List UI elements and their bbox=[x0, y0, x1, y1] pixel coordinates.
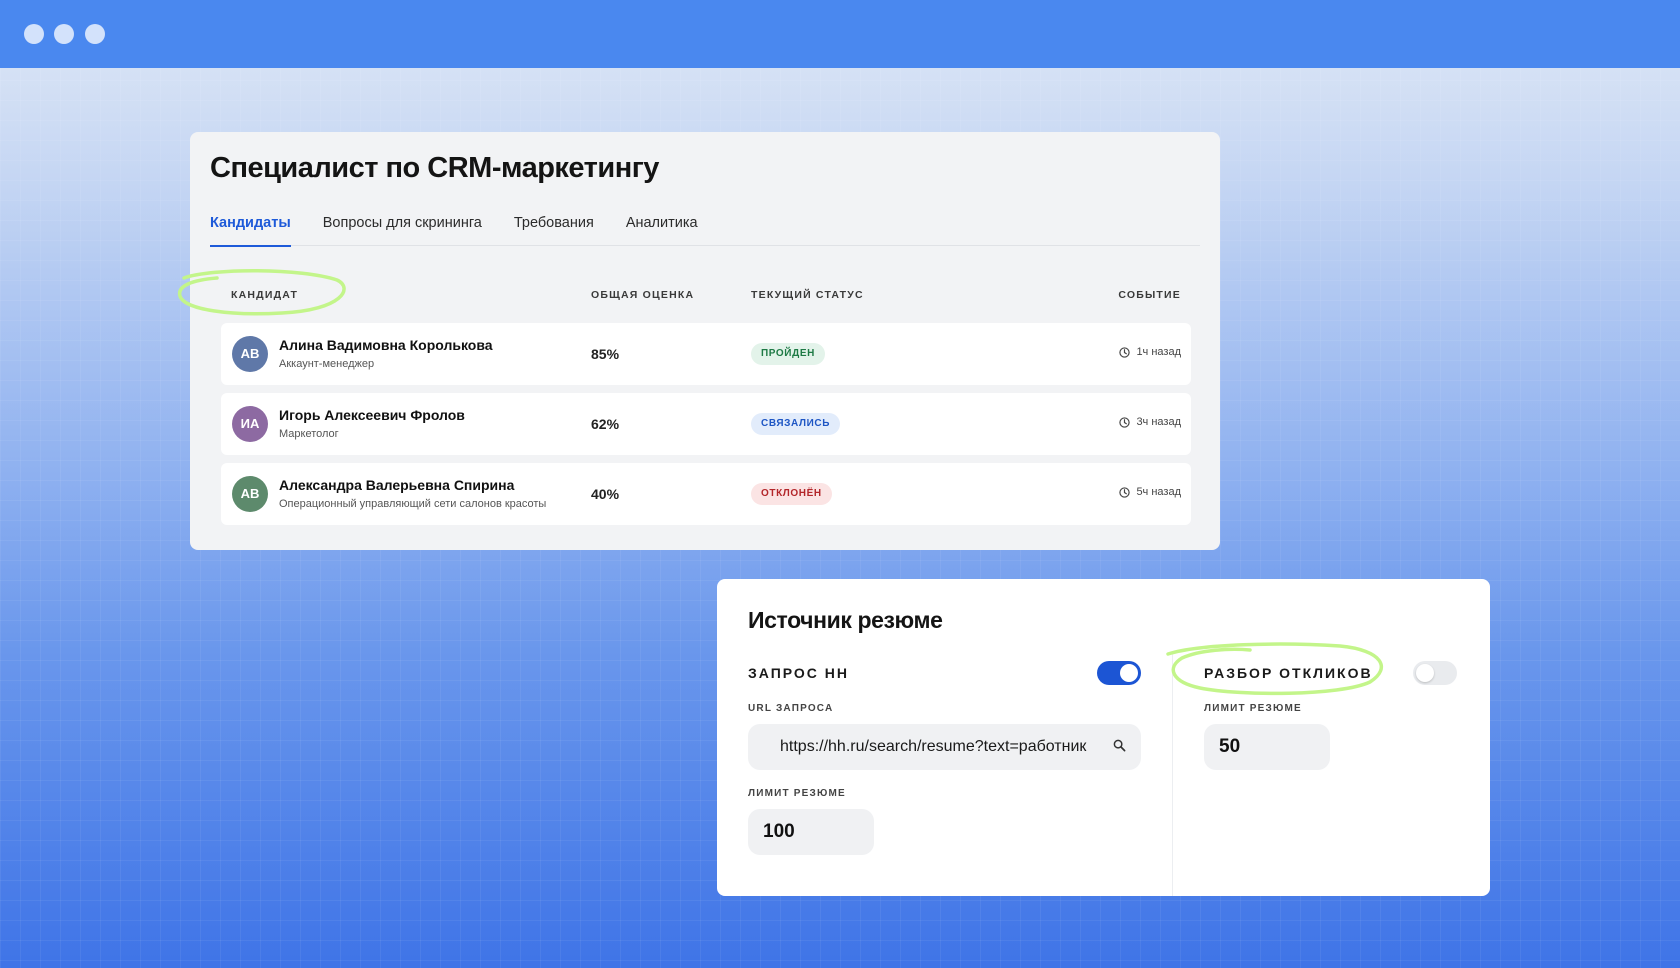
status-badge: СВЯЗАЛИСЬ bbox=[751, 413, 841, 435]
hh-request-toggle[interactable] bbox=[1097, 661, 1141, 685]
responses-toggle[interactable] bbox=[1413, 661, 1457, 685]
candidate-role: Аккаунт-менеджер bbox=[279, 358, 375, 370]
status-badge: ОТКЛОНЁН bbox=[751, 483, 832, 505]
candidate-score: 40% bbox=[591, 486, 620, 502]
candidate-score: 62% bbox=[591, 416, 620, 432]
resume-source-title: Источник резюме bbox=[748, 607, 943, 633]
column-divider bbox=[1172, 651, 1173, 896]
responses-limit-label: ЛИМИТ РЕЗЮМЕ bbox=[1204, 703, 1302, 714]
responses-label: РАЗБОР ОТКЛИКОВ bbox=[1204, 665, 1373, 681]
event-time: 1ч назад bbox=[1119, 346, 1181, 358]
table-row[interactable]: ИА Игорь Алексеевич Фролов Маркетолог 62… bbox=[221, 393, 1191, 455]
toggle-knob bbox=[1120, 664, 1138, 682]
candidate-role: Операционный управляющий сети салонов кр… bbox=[279, 498, 547, 510]
vacancy-title: Специалист по CRM-маркетингу bbox=[210, 152, 659, 184]
avatar: АВ bbox=[232, 336, 268, 372]
search-icon[interactable] bbox=[1113, 739, 1126, 752]
tab-candidates[interactable]: Кандидаты bbox=[210, 212, 291, 247]
candidate-name[interactable]: Александра Валерьевна Спирина bbox=[279, 477, 514, 493]
event-label: 1ч назад bbox=[1136, 346, 1181, 358]
toggle-knob bbox=[1416, 664, 1434, 682]
candidates-card: Специалист по CRM-маркетингу Кандидаты В… bbox=[190, 132, 1220, 550]
column-header-status[interactable]: ТЕКУЩИЙ СТАТУС bbox=[751, 289, 864, 301]
tab-screening-questions[interactable]: Вопросы для скрининга bbox=[323, 212, 482, 246]
avatar: ИА bbox=[232, 406, 268, 442]
candidate-name[interactable]: Игорь Алексеевич Фролов bbox=[279, 407, 465, 423]
avatar: АВ bbox=[232, 476, 268, 512]
clock-icon bbox=[1119, 486, 1131, 498]
event-time: 3ч назад bbox=[1119, 416, 1181, 428]
event-label: 3ч назад bbox=[1136, 416, 1181, 428]
hh-limit-input[interactable]: 100 bbox=[748, 809, 874, 855]
clock-icon bbox=[1119, 346, 1131, 358]
clock-icon bbox=[1119, 416, 1131, 428]
table-row[interactable]: АВ Александра Валерьевна Спирина Операци… bbox=[221, 463, 1191, 525]
hh-limit-value: 100 bbox=[763, 821, 795, 842]
status-badge: ПРОЙДЕН bbox=[751, 343, 825, 365]
url-value: https://hh.ru/search/resume?text=работни… bbox=[780, 738, 1087, 755]
resume-source-card: Источник резюме ЗАПРОС HH URL ЗАПРОСА ht… bbox=[717, 579, 1490, 896]
column-header-event[interactable]: СОБЫТИЕ bbox=[1118, 289, 1181, 301]
url-input[interactable]: https://hh.ru/search/resume?text=работни… bbox=[748, 724, 1141, 770]
responses-limit-input[interactable]: 50 bbox=[1204, 724, 1330, 770]
hh-request-label: ЗАПРОС HH bbox=[748, 665, 850, 681]
candidate-name[interactable]: Алина Вадимовна Королькова bbox=[279, 337, 493, 353]
candidate-role: Маркетолог bbox=[279, 428, 339, 440]
responses-limit-value: 50 bbox=[1219, 736, 1241, 757]
table-row[interactable]: АВ Алина Вадимовна Королькова Аккаунт-ме… bbox=[221, 323, 1191, 385]
vacancy-tabs: Кандидаты Вопросы для скрининга Требован… bbox=[210, 212, 1200, 247]
column-header-candidate[interactable]: КАНДИДАТ bbox=[231, 289, 298, 301]
window-control-dot[interactable] bbox=[54, 24, 74, 44]
event-label: 5ч назад bbox=[1136, 486, 1181, 498]
column-header-score[interactable]: ОБЩАЯ ОЦЕНКА bbox=[591, 289, 694, 301]
window-titlebar bbox=[0, 0, 1680, 68]
url-label: URL ЗАПРОСА bbox=[748, 703, 834, 714]
tab-analytics[interactable]: Аналитика bbox=[626, 212, 698, 246]
candidate-score: 85% bbox=[591, 346, 620, 362]
hh-limit-label: ЛИМИТ РЕЗЮМЕ bbox=[748, 788, 846, 799]
window-control-dot[interactable] bbox=[24, 24, 44, 44]
event-time: 5ч назад bbox=[1119, 486, 1181, 498]
tab-requirements[interactable]: Требования bbox=[514, 212, 594, 246]
window-control-dot[interactable] bbox=[85, 24, 105, 44]
